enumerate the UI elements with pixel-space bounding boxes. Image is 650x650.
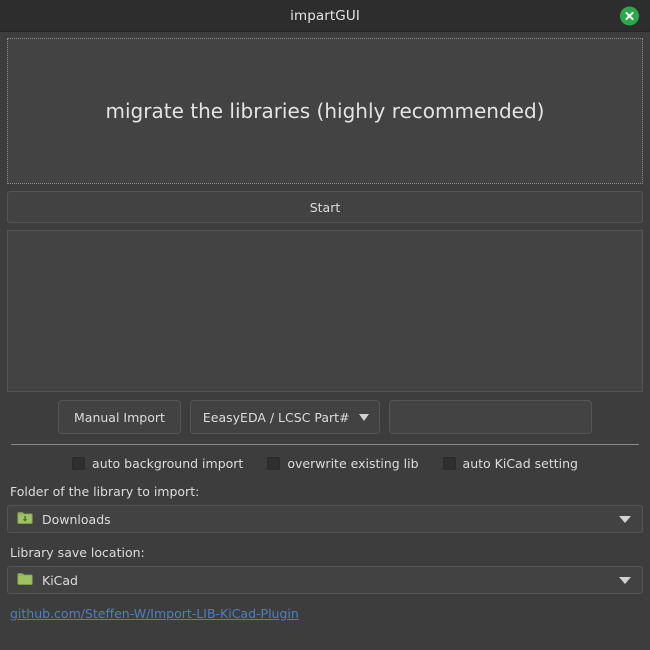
checkbox-auto-background-import[interactable]: auto background import [72, 456, 243, 471]
import-folder-select[interactable]: Downloads [7, 505, 643, 533]
checkbox-box-icon[interactable] [442, 457, 456, 470]
chevron-down-icon [619, 576, 631, 584]
checkbox-auto-kicad-setting[interactable]: auto KiCad setting [442, 456, 578, 471]
manual-import-button[interactable]: Manual Import [58, 400, 181, 434]
log-output-text [8, 231, 642, 239]
migrate-libraries-panel[interactable]: migrate the libraries (highly recommende… [7, 38, 643, 184]
manual-import-label: Manual Import [74, 409, 165, 425]
save-location-label: Library save location: [10, 545, 145, 560]
checkbox-label: auto KiCad setting [462, 456, 578, 471]
start-button[interactable]: Start [7, 191, 643, 223]
migrate-message: migrate the libraries (highly recommende… [105, 99, 545, 123]
folder-icon [17, 571, 33, 590]
checkbox-box-icon[interactable] [267, 457, 281, 470]
title-bar: impartGUI [0, 0, 650, 32]
start-button-label: Start [309, 199, 341, 215]
log-output-panel[interactable] [7, 230, 643, 392]
part-source-value: EeasyEDA / LCSC Part# [202, 409, 350, 425]
save-location-value: KiCad [42, 572, 78, 588]
part-source-dropdown[interactable]: EeasyEDA / LCSC Part# [189, 400, 380, 434]
section-divider [11, 444, 639, 445]
chevron-down-icon [358, 413, 369, 421]
project-github-link[interactable]: github.com/Steffen-W/Import-LIB-KiCad-Pl… [10, 606, 643, 621]
import-folder-label: Folder of the library to import: [10, 484, 200, 499]
window-title: impartGUI [290, 7, 360, 24]
checkbox-overwrite-existing-lib[interactable]: overwrite existing lib [267, 456, 419, 471]
close-icon [624, 10, 635, 21]
part-number-input[interactable] [388, 400, 592, 434]
window-body: migrate the libraries (highly recommende… [0, 32, 650, 650]
checkbox-box-icon[interactable] [72, 457, 86, 470]
checkbox-label: auto background import [92, 456, 244, 471]
options-row: auto background import overwrite existin… [7, 456, 643, 471]
manual-import-row: Manual Import EeasyEDA / LCSC Part# [7, 400, 643, 434]
checkbox-label: overwrite existing lib [287, 456, 419, 471]
chevron-down-icon [619, 515, 631, 523]
save-location-select[interactable]: KiCad [7, 566, 643, 594]
import-folder-value: Downloads [42, 511, 111, 527]
close-button[interactable] [620, 6, 639, 25]
folder-download-icon [17, 510, 33, 529]
